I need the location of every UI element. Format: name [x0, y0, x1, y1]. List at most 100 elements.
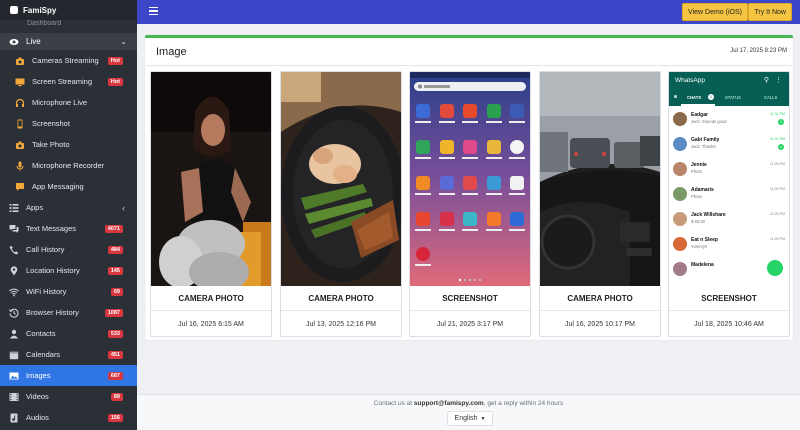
count-badge: 533	[107, 329, 123, 338]
images-icon	[8, 371, 19, 381]
sidebar-item-videos[interactable]: Videos 89	[0, 386, 137, 407]
sidebar-item-call-history[interactable]: Call History 484	[0, 239, 137, 260]
brand[interactable]: FamiSpy	[0, 0, 137, 20]
search-icon: ⚲	[763, 77, 769, 84]
sidebar-item-apps[interactable]: Apps ‹	[0, 197, 137, 218]
sidebar-item-images[interactable]: Images 687	[0, 365, 137, 386]
sidebar-item-contacts[interactable]: Contacts 533	[0, 323, 137, 344]
hot-badge: Hot	[107, 56, 123, 65]
image-type-label: SCREENSHOT	[410, 286, 530, 311]
chat-row[interactable]: Jack Willshare $ 50.00 11:25 PM	[669, 208, 789, 233]
sidebar-item-label: Screen Streaming	[32, 77, 93, 86]
chat-row[interactable]: Madelena	[669, 258, 789, 283]
sidebar-item-screen-streaming[interactable]: Screen Streaming Hot	[0, 71, 137, 92]
chat-time: 11:25 PM	[769, 212, 785, 216]
sidebar-item-label: Location History	[26, 266, 80, 275]
thumbnail-image[interactable]	[410, 72, 530, 286]
chat-preview: Jack: Thanks	[691, 144, 716, 149]
chat-bubble-icon	[14, 182, 25, 192]
sidebar-item-take-photo[interactable]: Take Photo	[0, 134, 137, 155]
phone-icon	[14, 119, 25, 129]
call-icon	[8, 245, 19, 255]
sidebar-item-microphone-recorder[interactable]: Microphone Recorder	[0, 155, 137, 176]
sidebar-item-label: WiFi History	[26, 287, 67, 296]
eye-icon	[8, 37, 19, 47]
avatar	[673, 162, 687, 176]
sidebar-item-label: Videos	[26, 392, 49, 401]
chat-row[interactable]: Eadgar Jack: Sounds good 11:31 PM 1	[669, 108, 789, 133]
avatar	[673, 112, 687, 126]
chat-time: 11:31 PM	[769, 112, 785, 116]
unread-badge: 1	[708, 94, 714, 100]
apps-icon	[8, 203, 19, 213]
chevron-down-icon: ⌄	[120, 37, 127, 46]
photo-camera-icon	[14, 140, 25, 150]
image-type-label: CAMERA PHOTO	[281, 286, 401, 311]
image-tile[interactable]: CAMERA PHOTO Jul 13, 2025 12:16 PM	[280, 71, 402, 337]
chat-name: Adamaris	[691, 187, 714, 193]
sidebar-item-audios[interactable]: Audios 156	[0, 407, 137, 428]
logo-icon	[10, 6, 18, 14]
sidebar-item-label: Microphone Recorder	[32, 161, 105, 170]
count-badge: 89	[110, 392, 123, 401]
sidebar: FamiSpy Dashboard Live ⌄ Cameras Streami…	[0, 0, 137, 430]
image-tile[interactable]: WhatsApp ⚲ ⋮ ◙ CHATS 1 STATUS CALLS Eadg…	[668, 71, 790, 337]
menu-icon[interactable]	[149, 7, 158, 15]
sidebar-group-live[interactable]: Live ⌄	[0, 33, 137, 50]
caret-down-icon: ▼	[480, 415, 486, 422]
support-email-link[interactable]: support@famispy.com	[414, 400, 484, 407]
sidebar-item-label: Browser History	[26, 308, 79, 317]
sidebar-item-browser-history[interactable]: Browser History 1087	[0, 302, 137, 323]
image-tile[interactable]: CAMERA PHOTO Jul 16, 2025 6:15 AM	[150, 71, 272, 337]
sidebar-item-label: Cameras Streaming	[32, 56, 99, 65]
sidebar-item-calendars[interactable]: Calendars 451	[0, 344, 137, 365]
contact-suffix: , get a reply within 24 hours	[483, 400, 564, 407]
view-demo-button[interactable]: View Demo (iOS)	[682, 3, 748, 21]
headphones-icon	[14, 98, 25, 108]
chat-name: Gabi Family	[691, 137, 720, 143]
camera-icon	[14, 56, 25, 66]
sidebar-item-app-messaging[interactable]: App Messaging	[0, 176, 137, 197]
chat-row[interactable]: Gabi Family Jack: Thanks 11:31 PM 1	[669, 133, 789, 158]
brand-name: FamiSpy	[23, 5, 57, 15]
sidebar-item-location-history[interactable]: Location History 145	[0, 260, 137, 281]
chat-row[interactable]: Eat n Sleep Yummy!! 11:25 PM	[669, 233, 789, 258]
chat-time: 11:25 PM	[769, 187, 785, 191]
location-icon	[8, 265, 19, 276]
contacts-icon	[8, 329, 19, 339]
chat-list: Eadgar Jack: Sounds good 11:31 PM 1 Gabi…	[669, 108, 789, 283]
monitor-icon	[14, 77, 25, 87]
unread-count: 1	[778, 119, 784, 125]
count-badge: 145	[107, 266, 123, 275]
sidebar-item-label: Calendars	[26, 350, 61, 359]
sidebar-item-cameras-streaming[interactable]: Cameras Streaming Hot	[0, 50, 137, 71]
whatsapp-title: WhatsApp	[675, 77, 705, 84]
image-tile[interactable]: CAMERA PHOTO Jul 16, 2025 10:17 PM	[539, 71, 661, 337]
chat-name: Eadgar	[691, 112, 708, 118]
chat-preview: Photo	[691, 169, 702, 174]
try-it-now-button[interactable]: Try It Now	[748, 3, 792, 21]
avatar	[673, 212, 687, 226]
chevron-left-icon: ‹	[122, 202, 125, 213]
thumbnail-image[interactable]: WhatsApp ⚲ ⋮ ◙ CHATS 1 STATUS CALLS Eadg…	[669, 72, 789, 286]
microphone-icon	[14, 161, 25, 171]
new-chat-fab[interactable]	[767, 260, 783, 276]
sidebar-item-microphone-live[interactable]: Microphone Live	[0, 92, 137, 113]
sidebar-item-label: Apps	[26, 203, 44, 212]
language-select[interactable]: English ▼	[447, 411, 493, 426]
sidebar-item-screenshot[interactable]: Screenshot	[0, 113, 137, 134]
chat-name: Jennie	[691, 162, 707, 168]
chat-row[interactable]: Jennie Photo 11:26 PM	[669, 158, 789, 183]
chat-row[interactable]: Adamaris Photo 11:25 PM	[669, 183, 789, 208]
thumbnail-image[interactable]	[281, 72, 401, 286]
image-tile[interactable]: SCREENSHOT Jul 21, 2025 3:17 PM	[409, 71, 531, 337]
thumbnail-image[interactable]	[540, 72, 660, 286]
sidebar-item-wifi-history[interactable]: WiFi History 69	[0, 281, 137, 302]
thumbnail-image[interactable]	[151, 72, 271, 286]
last-sync-date: Jul 17, 2025 8:23 PM	[730, 48, 787, 54]
contact-prefix: Contact us at	[373, 400, 413, 407]
sidebar-item-label: Images	[26, 371, 51, 380]
sidebar-item-dashboard[interactable]: Dashboard	[0, 20, 137, 33]
sidebar-item-text-messages[interactable]: Text Messages 4071	[0, 218, 137, 239]
image-date: Jul 13, 2025 12:16 PM	[305, 321, 377, 328]
